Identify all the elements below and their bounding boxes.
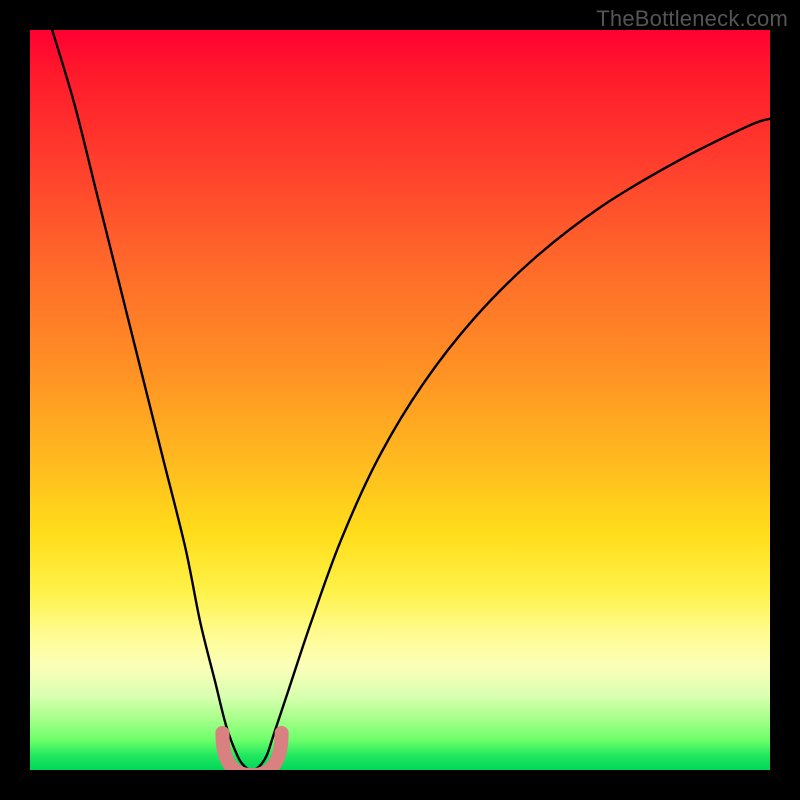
bottleneck-curve <box>52 30 770 770</box>
chart-frame: TheBottleneck.com <box>0 0 800 800</box>
watermark-text: TheBottleneck.com <box>596 6 788 32</box>
plot-area <box>30 30 770 770</box>
curve-svg <box>30 30 770 770</box>
